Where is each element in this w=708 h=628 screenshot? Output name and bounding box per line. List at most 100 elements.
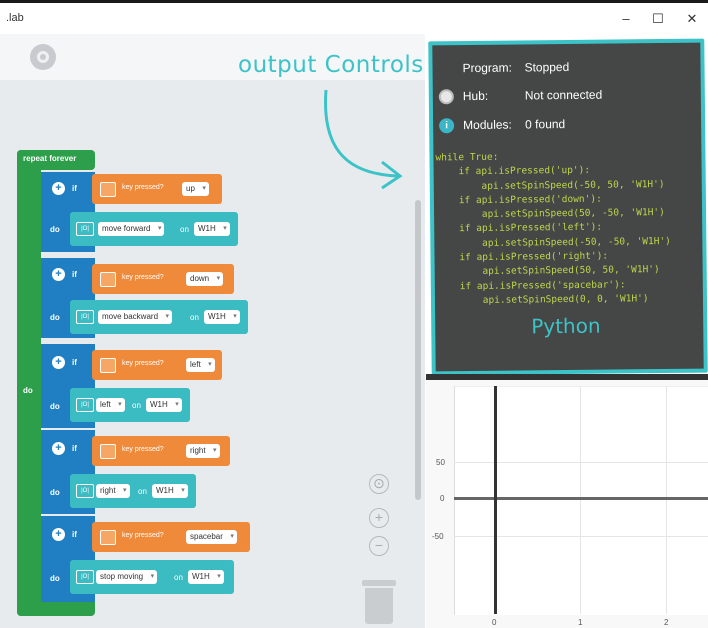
keyboard-icon (100, 272, 116, 287)
workspace-scrollbar[interactable] (415, 200, 421, 500)
key-pressed-block[interactable]: key pressed? spacebar (92, 522, 250, 552)
do-label: do (50, 313, 60, 322)
grid-line (454, 536, 708, 537)
key-pressed-block[interactable]: key pressed? left (92, 350, 222, 380)
keyboard-icon (100, 358, 116, 373)
motor-dropdown[interactable]: W1H (188, 570, 224, 584)
motor-icon: |O| (76, 310, 94, 324)
key-pressed-block[interactable]: key pressed? down (92, 264, 234, 294)
close-button[interactable]: ✕ (680, 9, 704, 29)
on-label: on (174, 573, 183, 582)
output-panel: Program: Stopped Hub: Not connected i Mo… (428, 38, 708, 376)
add-branch-icon[interactable]: + (52, 268, 65, 281)
action-dropdown[interactable]: right (96, 484, 130, 498)
key-pressed-block[interactable]: key pressed? right (92, 436, 230, 466)
zoom-out-icon[interactable]: − (369, 536, 389, 556)
modules-label: Modules: (463, 117, 512, 133)
minimize-button[interactable]: – (614, 9, 638, 29)
info-icon: i (439, 118, 455, 134)
key-pressed-label: key pressed? (122, 446, 164, 453)
settings-gear-icon[interactable] (30, 44, 56, 70)
plot-area (454, 386, 708, 615)
on-label: on (180, 225, 189, 234)
if-label: if (72, 530, 77, 539)
add-branch-icon[interactable]: + (52, 442, 65, 455)
add-branch-icon[interactable]: + (52, 182, 65, 195)
x-tick-label: 2 (664, 618, 669, 627)
key-pressed-block[interactable]: key pressed? up (92, 174, 222, 204)
motor-dropdown[interactable]: W1H (146, 398, 182, 412)
output-controls-annotation: output Controls (238, 52, 424, 78)
hub-status: Not connected (524, 87, 603, 103)
motor-icon: |O| (76, 484, 94, 498)
y-tick-label: 50 (436, 458, 445, 467)
repeat-forever-header[interactable]: repeat forever (17, 150, 95, 170)
zoom-in-icon[interactable]: + (369, 508, 389, 528)
key-pressed-label: key pressed? (122, 532, 164, 539)
key-dropdown[interactable]: right (186, 444, 220, 458)
action-dropdown[interactable]: move forward (98, 222, 165, 236)
trash-icon[interactable] (362, 580, 396, 624)
action-dropdown[interactable]: left (96, 398, 125, 412)
if-label: if (72, 444, 77, 453)
zoom-reset-icon[interactable]: ⊙ (369, 474, 389, 494)
keyboard-icon (100, 182, 116, 197)
key-pressed-label: key pressed? (122, 274, 164, 281)
window-title: .lab (6, 12, 24, 24)
on-label: on (190, 313, 199, 322)
do-label: do (50, 488, 60, 497)
grid-line (666, 386, 667, 614)
if-label: if (72, 358, 77, 367)
title-bar: .lab – ☐ ✕ (0, 0, 708, 34)
hub-icon (438, 89, 454, 105)
maximize-button[interactable]: ☐ (646, 9, 670, 29)
spin-action-block[interactable]: |O| left on W1H (70, 388, 190, 422)
spin-action-block[interactable]: |O| move backward on W1H (70, 300, 248, 334)
keyboard-icon (100, 444, 116, 459)
motor-icon: |O| (76, 398, 94, 412)
y-tick-label: 0 (440, 494, 445, 503)
action-dropdown[interactable]: move backward (98, 310, 173, 324)
key-pressed-label: key pressed? (122, 360, 164, 367)
spin-action-block[interactable]: |O| stop moving on W1H (70, 560, 234, 594)
loop-do-label: do (23, 386, 33, 395)
program-status: Stopped (524, 59, 570, 75)
y-axis (494, 386, 497, 614)
grid-line (580, 386, 581, 614)
add-branch-icon[interactable]: + (52, 356, 65, 369)
spin-action-block[interactable]: |O| move forward on W1H (70, 212, 238, 246)
key-dropdown[interactable]: up (182, 182, 209, 196)
python-code: while True: if api.isPressed('up'): api.… (435, 151, 671, 307)
motor-dropdown[interactable]: W1H (204, 310, 240, 324)
program-label: Program: (462, 60, 512, 76)
motor-dropdown[interactable]: W1H (194, 222, 230, 236)
do-label: do (50, 402, 60, 411)
grid-line (454, 462, 708, 463)
keyboard-icon (100, 530, 116, 545)
motor-dropdown[interactable]: W1H (152, 484, 188, 498)
y-tick-label: -50 (432, 532, 444, 541)
x-tick-label: 1 (578, 618, 583, 627)
key-dropdown[interactable]: left (186, 358, 215, 372)
motor-icon: |O| (76, 570, 94, 584)
on-label: on (132, 401, 141, 410)
repeat-forever-footer (17, 602, 95, 616)
key-dropdown[interactable]: spacebar (186, 530, 237, 544)
x-tick-label: 0 (492, 618, 497, 627)
spin-action-block[interactable]: |O| right on W1H (70, 474, 196, 508)
key-dropdown[interactable]: down (186, 272, 224, 286)
action-dropdown[interactable]: stop moving (96, 570, 158, 584)
do-label: do (50, 574, 60, 583)
modules-status: 0 found (525, 117, 566, 132)
on-label: on (138, 487, 147, 496)
if-label: if (72, 270, 77, 279)
annotation-arrow-icon (324, 89, 403, 190)
hub-label: Hub: (462, 88, 489, 104)
repeat-forever-label: repeat forever (23, 154, 77, 163)
python-annotation: Python (531, 313, 601, 339)
motor-icon: |O| (76, 222, 94, 236)
x-axis (454, 497, 708, 500)
do-label: do (50, 225, 60, 234)
add-branch-icon[interactable]: + (52, 528, 65, 541)
repeat-forever-block[interactable] (17, 150, 41, 616)
